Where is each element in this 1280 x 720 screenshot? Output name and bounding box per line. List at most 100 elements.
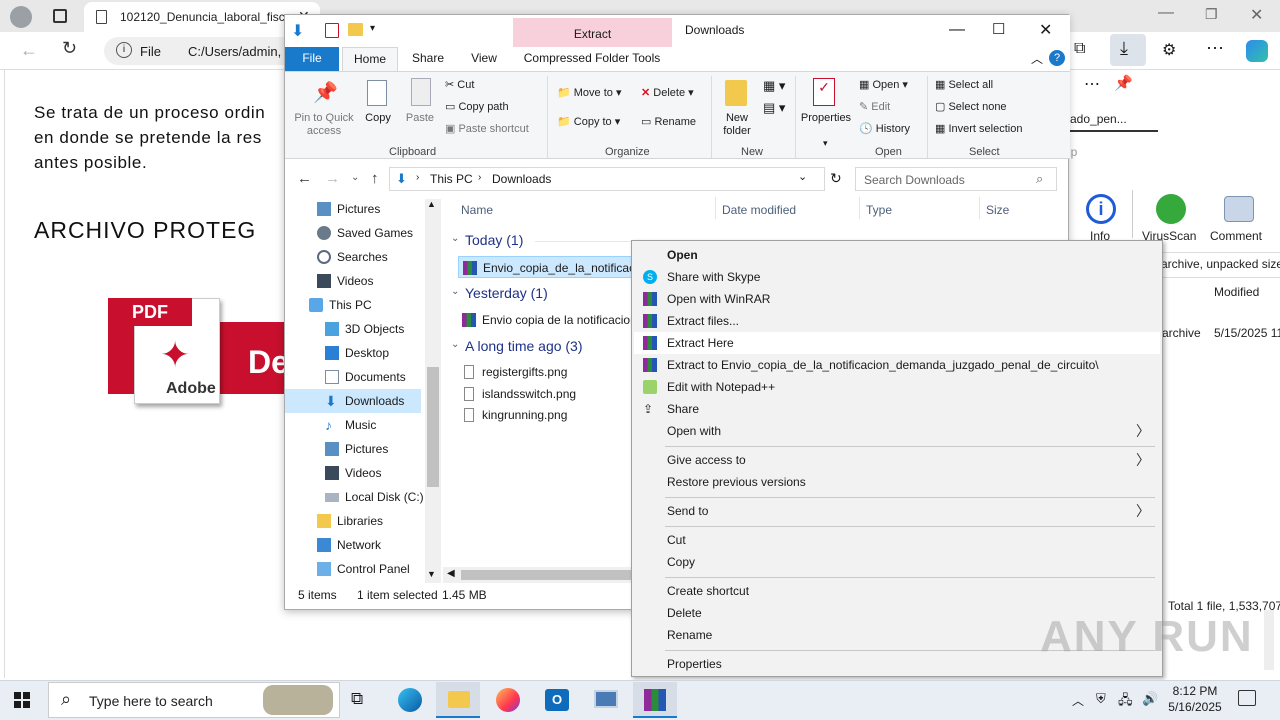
close-browser-icon[interactable]: ✕ xyxy=(1250,5,1263,25)
easy-access-icon[interactable]: ▤ ▾ xyxy=(763,100,785,116)
address-dropdown-icon[interactable]: ⌄ xyxy=(798,170,807,183)
comment-tool[interactable]: Comment xyxy=(1210,194,1274,243)
history-button[interactable]: 🕓 History xyxy=(859,122,910,135)
menu-item-open-winrar[interactable]: Open with WinRAR xyxy=(634,288,1160,310)
group-yesterday[interactable]: Yesterday (1) xyxy=(465,285,548,301)
select-none-button[interactable]: ▢ Select none xyxy=(935,100,1007,113)
menu-item-share-skype[interactable]: S Share with Skype xyxy=(634,266,1160,288)
minimize-browser-icon[interactable]: — xyxy=(1158,4,1174,22)
nav-this-pc[interactable]: This PC xyxy=(309,293,421,317)
quick-access-download-icon[interactable]: ⬇ xyxy=(291,21,304,41)
volume-icon[interactable]: 🔊 xyxy=(1142,691,1158,707)
taskbar-network-app[interactable] xyxy=(584,682,628,718)
menu-item-restore-versions[interactable]: Restore previous versions xyxy=(634,471,1160,493)
copy-to-button[interactable]: 📁 Copy to ▾ xyxy=(557,115,620,128)
collapse-ribbon-icon[interactable]: ︿ xyxy=(1031,50,1043,67)
hscroll-thumb[interactable] xyxy=(461,570,631,580)
group-today[interactable]: Today (1) xyxy=(465,232,523,248)
nav-downloads[interactable]: ⬇ Downloads xyxy=(285,389,421,413)
nav-up-icon[interactable]: ↑ xyxy=(371,170,379,187)
taskbar-file-explorer[interactable] xyxy=(436,682,480,718)
taskbar-edge[interactable] xyxy=(388,682,432,718)
restore-browser-icon[interactable]: ❐ xyxy=(1205,6,1218,23)
back-icon[interactable]: ← xyxy=(20,40,38,61)
profile-icon[interactable] xyxy=(10,6,32,28)
tab-share[interactable]: Share xyxy=(405,47,451,71)
column-name[interactable]: Name xyxy=(461,203,493,217)
edit-button[interactable]: ✎ Edit xyxy=(859,100,890,113)
file-row-selected[interactable]: Envio_copia_de_la_notificacion xyxy=(458,256,651,278)
nav-searches[interactable]: Searches xyxy=(317,245,421,269)
file-row[interactable]: islandsswitch.png xyxy=(458,383,634,405)
menu-item-give-access[interactable]: Give access to 〉 xyxy=(634,449,1160,471)
properties-dropdown-icon[interactable]: ▾ xyxy=(823,138,828,149)
paste-shortcut-button[interactable]: ▣ Paste shortcut xyxy=(445,122,529,135)
menu-item-extract-here[interactable]: Extract Here xyxy=(634,332,1160,354)
menu-item-extract-to[interactable]: Extract to Envio_copia_de_la_notificacio… xyxy=(634,354,1160,376)
column-date-modified[interactable]: Date modified xyxy=(722,203,796,217)
invert-selection-button[interactable]: ▦ Invert selection xyxy=(935,122,1022,135)
move-to-button[interactable]: 📁 Move to ▾ xyxy=(557,86,621,99)
help-icon[interactable]: ? xyxy=(1049,50,1065,66)
cut-button[interactable]: ✂ Cut xyxy=(445,78,474,91)
taskbar-outlook[interactable]: O xyxy=(535,682,579,718)
nav-pictures[interactable]: Pictures xyxy=(317,197,421,221)
copy-button[interactable]: Copy xyxy=(361,112,395,125)
taskbar-winrar[interactable] xyxy=(633,682,677,718)
menu-item-create-shortcut[interactable]: Create shortcut xyxy=(634,580,1160,602)
maximize-icon[interactable]: ☐ xyxy=(992,20,1005,38)
nav-music[interactable]: ♪ Music xyxy=(325,413,421,437)
address-bar[interactable]: i File C:/Users/admin, xyxy=(104,37,304,65)
scroll-left-icon[interactable]: ◀ xyxy=(447,568,455,579)
open-button[interactable]: ▦ Open ▾ xyxy=(859,78,908,91)
address-refresh-icon[interactable]: ↻ xyxy=(830,170,842,187)
task-view-button[interactable]: ⧉ xyxy=(338,682,382,718)
nav-3d-objects[interactable]: 3D Objects xyxy=(325,317,421,341)
search-downloads-input[interactable]: Search Downloads ⌕ xyxy=(855,167,1057,191)
menu-item-send-to[interactable]: Send to 〉 xyxy=(634,500,1160,522)
minimize-icon[interactable]: — xyxy=(949,21,965,39)
menu-item-cut[interactable]: Cut xyxy=(634,529,1160,551)
tab-actions-icon[interactable] xyxy=(53,9,67,23)
tray-app-icon[interactable]: ⛨ xyxy=(1096,691,1106,707)
file-row[interactable]: Envio copia de la notificacion xyxy=(458,309,637,331)
copilot-icon[interactable] xyxy=(1246,40,1268,62)
tab-file[interactable]: File xyxy=(285,47,339,71)
show-hidden-icons[interactable]: ︿ xyxy=(1072,692,1084,709)
breadcrumb-downloads[interactable]: Downloads xyxy=(492,172,551,186)
network-tray-icon[interactable]: 🖧 xyxy=(1118,691,1133,713)
group-collapse-icon[interactable]: ⌄ xyxy=(451,286,459,297)
menu-item-copy[interactable]: Copy xyxy=(634,551,1160,573)
notifications-icon[interactable] xyxy=(1238,690,1256,706)
nav-pictures-2[interactable]: Pictures xyxy=(325,437,421,461)
nav-videos-2[interactable]: Videos xyxy=(325,461,421,485)
properties-button[interactable]: Properties xyxy=(797,112,855,125)
tab-compressed-folder-tools[interactable]: Compressed Folder Tools xyxy=(517,47,667,71)
group-collapse-icon[interactable]: ⌄ xyxy=(451,339,459,350)
properties-icon[interactable] xyxy=(325,23,339,38)
new-item-icon[interactable]: ▦ ▾ xyxy=(763,78,785,94)
file-row[interactable]: kingrunning.png xyxy=(458,404,634,426)
nav-scrollbar-thumb[interactable] xyxy=(427,367,439,487)
file-row[interactable]: registergifts.png xyxy=(458,361,634,383)
nav-control-panel[interactable]: Control Panel xyxy=(317,557,421,581)
pin-quick-access-button[interactable]: Pin to Quick access xyxy=(289,112,359,138)
select-all-button[interactable]: ▦ Select all xyxy=(935,78,993,91)
new-folder-button[interactable]: New folder xyxy=(715,112,759,138)
nav-desktop[interactable]: Desktop xyxy=(325,341,421,365)
system-clock[interactable]: 8:12 PM 5/16/2025 xyxy=(1158,683,1232,715)
breadcrumb-this-pc[interactable]: This PC xyxy=(430,172,473,186)
delete-button[interactable]: ✕ Delete ▾ xyxy=(641,86,694,99)
nav-network[interactable]: Network xyxy=(317,533,421,557)
side-scrollbar[interactable] xyxy=(1264,610,1274,670)
taskbar-search-box[interactable]: ⌕ Type here to search xyxy=(48,682,340,718)
paste-button[interactable]: Paste xyxy=(403,112,437,125)
virusscan-tool[interactable]: VirusScan xyxy=(1140,194,1204,243)
close-icon[interactable]: ✕ xyxy=(1039,20,1052,40)
nav-local-disk[interactable]: Local Disk (C:) xyxy=(325,485,425,509)
extensions-icon[interactable]: ⚙ xyxy=(1162,40,1176,60)
menu-item-open-with[interactable]: Open with 〉 xyxy=(634,420,1160,442)
nav-videos[interactable]: Videos xyxy=(317,269,421,293)
more-options-icon[interactable]: ⋯ xyxy=(1084,74,1100,94)
nav-saved-games[interactable]: Saved Games xyxy=(317,221,421,245)
